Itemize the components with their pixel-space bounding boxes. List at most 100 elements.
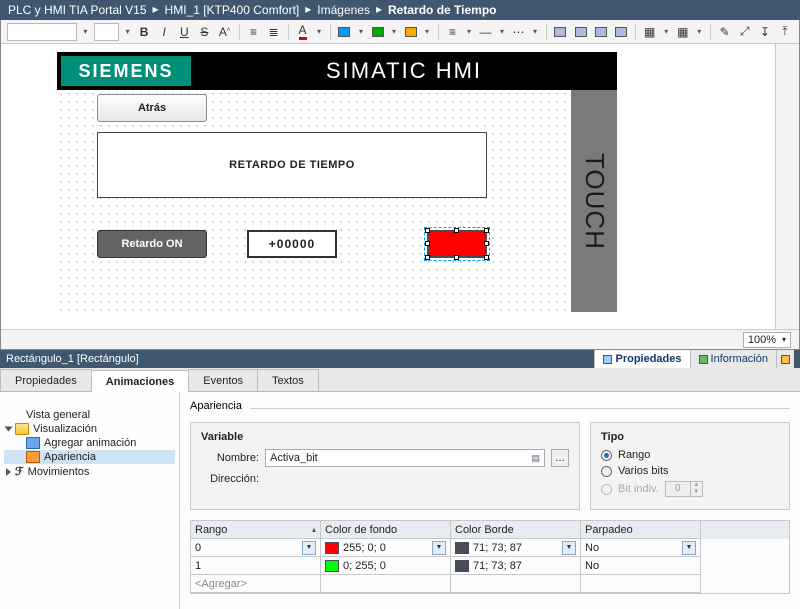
align-extra-button[interactable]: ≣ <box>266 23 282 41</box>
chevron-down-icon[interactable]: ▾ <box>662 27 671 36</box>
layer-3-button[interactable] <box>593 23 609 41</box>
tool-b-button[interactable]: ⤢ <box>737 23 753 41</box>
color-swatch[interactable] <box>325 560 339 572</box>
inspector-tab-properties[interactable]: Propiedades <box>594 350 689 368</box>
grid-2-button[interactable]: ▦ <box>675 23 691 41</box>
line-style-1-button[interactable]: ≡ <box>444 23 460 41</box>
color-swatch[interactable] <box>455 542 469 554</box>
bc-seg-0[interactable]: PLC y HMI TIA Portal V15 <box>8 3 147 17</box>
grid-1-button[interactable]: ▦ <box>642 23 658 41</box>
tree-visualization[interactable]: Visualización <box>4 422 175 436</box>
chevron-down-icon[interactable]: ▾ <box>315 27 324 36</box>
font-color-button[interactable]: A <box>295 23 311 41</box>
underline-button[interactable]: U <box>176 23 192 41</box>
variable-heading: Variable <box>201 431 569 443</box>
browse-button[interactable]: … <box>551 449 569 467</box>
col-fondo[interactable]: Color de fondo <box>321 521 451 539</box>
outline-color-button[interactable] <box>402 23 418 41</box>
color-swatch[interactable] <box>455 560 469 572</box>
tab-propiedades[interactable]: Propiedades <box>0 369 92 391</box>
vertical-scrollbar[interactable] <box>775 44 799 329</box>
folder-icon <box>15 423 29 435</box>
col-rango[interactable]: Rango▴ <box>191 521 321 539</box>
table-row[interactable]: 1 0; 255; 0 71; 73; 87 No <box>191 557 789 575</box>
tool-d-button[interactable]: ⤒ <box>777 23 793 41</box>
expand-icon[interactable] <box>5 427 13 432</box>
table-add-row[interactable]: <Agregar> <box>191 575 789 593</box>
tree-appearance[interactable]: Apariencia <box>4 450 175 464</box>
tab-animaciones[interactable]: Animaciones <box>91 370 189 392</box>
table-row[interactable]: 0▼ 255; 0; 0▼ 71; 73; 87▼ No▼ <box>191 539 789 557</box>
inspector-tab-info[interactable]: Información <box>690 350 776 368</box>
chevron-down-icon[interactable]: ▼ <box>432 541 446 555</box>
tree-overview[interactable]: Vista general <box>4 408 175 422</box>
section-heading: Apariencia <box>190 400 242 412</box>
variable-panel: Variable Nombre: Activa_bit▤ … Dirección… <box>190 422 580 510</box>
bc-seg-3[interactable]: Retardo de Tiempo <box>388 3 496 17</box>
animation-tree: Vista general Visualización Agregar anim… <box>0 392 180 609</box>
line-color-button[interactable] <box>369 23 385 41</box>
line-style-2-button[interactable]: — <box>477 23 493 41</box>
up-icon: ▲ <box>690 482 702 489</box>
tool-c-button[interactable]: ↧ <box>757 23 773 41</box>
radio-bitindiv: Bit indiv. 0 ▲▼ <box>601 481 779 497</box>
chevron-right-icon: ▸ <box>305 2 311 16</box>
chevron-down-icon[interactable]: ▾ <box>498 27 507 36</box>
list-icon[interactable]: ▤ <box>531 453 540 464</box>
bc-seg-2[interactable]: Imágenes <box>317 3 370 17</box>
font-family-select[interactable] <box>7 23 77 41</box>
chevron-down-icon[interactable]: ▾ <box>465 27 474 36</box>
layer-1-button[interactable] <box>552 23 568 41</box>
name-label: Nombre: <box>201 452 259 464</box>
hmi-back-button[interactable]: Atrás <box>97 94 207 122</box>
hmi-retardo-button[interactable]: Retardo ON <box>97 230 207 258</box>
chevron-down-icon[interactable]: ▼ <box>682 541 696 555</box>
chevron-down-icon[interactable]: ▼ <box>562 541 576 555</box>
chevron-down-icon[interactable]: ▾ <box>123 27 132 36</box>
font-size-select[interactable] <box>94 23 119 41</box>
chevron-down-icon[interactable]: ▾ <box>357 27 366 36</box>
screen-canvas[interactable]: SIEMENS SIMATIC HMI TOUCH Atrás RETARDO … <box>1 44 775 329</box>
tipo-heading: Tipo <box>601 431 779 443</box>
chevron-down-icon[interactable]: ▾ <box>695 27 704 36</box>
hmi-rectangle-1[interactable] <box>427 230 487 258</box>
address-label: Dirección: <box>201 473 259 485</box>
tool-a-button[interactable]: ✎ <box>717 23 733 41</box>
variable-name-input[interactable]: Activa_bit▤ <box>265 449 545 467</box>
bold-button[interactable]: B <box>136 23 152 41</box>
radio-varios[interactable]: Varios bits <box>601 465 779 477</box>
format-a-button[interactable]: A^ <box>216 23 232 41</box>
sort-icon[interactable]: ▴ <box>312 525 316 534</box>
bit-index-spinner: 0 ▲▼ <box>665 481 703 497</box>
layer-4-button[interactable] <box>613 23 629 41</box>
breadcrumb: PLC y HMI TIA Portal V15 ▸ HMI_1 [KTP400… <box>0 0 800 20</box>
chevron-down-icon[interactable]: ▾ <box>81 27 90 36</box>
color-swatch[interactable] <box>325 542 339 554</box>
chevron-down-icon[interactable]: ▼ <box>302 541 316 555</box>
info-icon <box>699 355 708 364</box>
fill-color-button[interactable] <box>336 23 352 41</box>
italic-button[interactable]: I <box>156 23 172 41</box>
chevron-down-icon[interactable]: ▾ <box>423 27 432 36</box>
col-parpadeo[interactable]: Parpadeo <box>581 521 701 539</box>
tab-textos[interactable]: Textos <box>257 369 319 391</box>
layer-2-button[interactable] <box>572 23 588 41</box>
bc-seg-1[interactable]: HMI_1 [KTP400 Comfort] <box>165 3 300 17</box>
tab-eventos[interactable]: Eventos <box>188 369 258 391</box>
inspector-tab-extra[interactable] <box>776 350 794 368</box>
touch-label: TOUCH <box>579 153 610 250</box>
hmi-preview: SIEMENS SIMATIC HMI TOUCH Atrás RETARDO … <box>57 52 617 312</box>
radio-rango[interactable]: Rango <box>601 449 779 461</box>
strike-button[interactable]: S <box>196 23 212 41</box>
hmi-title-frame[interactable]: RETARDO DE TIEMPO <box>97 132 487 198</box>
line-style-3-button[interactable]: ⋯ <box>510 23 526 41</box>
expand-icon[interactable] <box>6 468 11 476</box>
chevron-down-icon[interactable]: ▾ <box>390 27 399 36</box>
hmi-io-field[interactable]: +00000 <box>247 230 337 258</box>
tree-movements[interactable]: ℱMovimientos <box>4 464 175 479</box>
col-borde[interactable]: Color Borde <box>451 521 581 539</box>
zoom-level[interactable]: 100%▾ <box>743 332 791 348</box>
chevron-down-icon[interactable]: ▾ <box>531 27 540 36</box>
tree-add-animation[interactable]: Agregar animación <box>4 436 175 450</box>
align-left-button[interactable]: ≡ <box>245 23 261 41</box>
